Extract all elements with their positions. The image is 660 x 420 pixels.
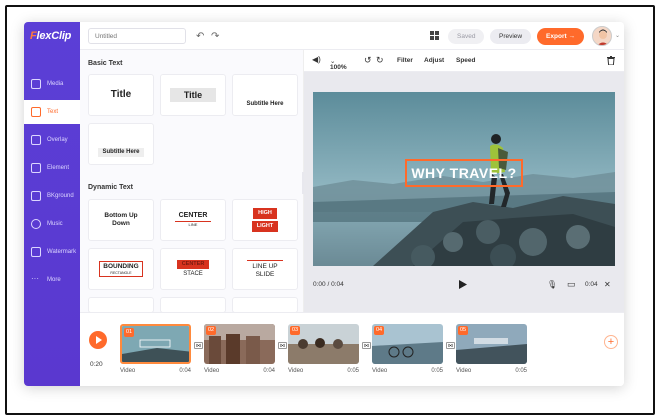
transition-icon[interactable]: ⋈ bbox=[194, 342, 203, 349]
more-icon: ··· bbox=[31, 274, 39, 283]
fullscreen-icon[interactable]: ✕ bbox=[604, 280, 611, 289]
sidebar-item-element[interactable]: Element bbox=[24, 156, 80, 180]
duration: 0:04 bbox=[585, 281, 598, 288]
adjust-button[interactable]: Adjust bbox=[424, 57, 444, 64]
avatar[interactable] bbox=[592, 26, 612, 46]
text-template-high-light[interactable]: HIGH LIGHT bbox=[232, 199, 298, 241]
transition-icon[interactable]: ⋈ bbox=[362, 342, 371, 349]
transition-icon[interactable]: ⋈ bbox=[446, 342, 455, 349]
timeline: 0:20 01 Video 0:04 ⋈ 02 Video 0:04 ⋈ 03 Vi… bbox=[80, 312, 624, 386]
timeline-clip[interactable]: 03 bbox=[288, 324, 359, 364]
aspect-ratio-icon[interactable]: ▭ bbox=[567, 279, 576, 290]
overlay-text-box[interactable]: WHY TRAVEL? bbox=[405, 159, 523, 187]
clip-meta: Video 0:05 bbox=[288, 368, 359, 374]
video-frame[interactable]: WHY TRAVEL? bbox=[313, 92, 615, 266]
chevron-down-icon[interactable]: ⌄ bbox=[615, 32, 620, 39]
text-template-line-up-slide[interactable]: LINE UP SLIDE bbox=[232, 248, 298, 290]
text-template-bottom-up[interactable]: Bottom Up Down bbox=[88, 199, 154, 241]
sidebar-item-media[interactable]: Media bbox=[24, 72, 80, 96]
text-template-subtitle-box[interactable]: Subtitle Here bbox=[88, 123, 154, 165]
clip-meta: Video 0:05 bbox=[372, 368, 443, 374]
filter-button[interactable]: Filter bbox=[397, 57, 413, 64]
text-template-title[interactable]: Title bbox=[88, 74, 154, 116]
timeline-clip[interactable]: 01 bbox=[120, 324, 191, 364]
element-icon bbox=[31, 163, 41, 173]
preview-canvas: WHY TRAVEL? 0:00 / 0:04 🎙 ▭ 0:04 ✕ bbox=[304, 72, 624, 312]
timeline-play-button[interactable] bbox=[89, 331, 107, 349]
text-icon bbox=[31, 107, 41, 117]
clip-meta: Video 0:04 bbox=[204, 368, 275, 374]
timeline-clip[interactable]: 02 bbox=[204, 324, 275, 364]
volume-icon[interactable]: ◀) bbox=[312, 55, 321, 64]
flexclip-logo: FlexClip bbox=[30, 30, 72, 42]
clip-meta: Video 0:05 bbox=[456, 368, 527, 374]
top-bar: ↶ ↷ Saved Preview Export → ⌄ bbox=[80, 22, 624, 50]
saved-status: Saved bbox=[448, 29, 485, 44]
sidebar-item-music[interactable]: Music bbox=[24, 212, 80, 236]
playback-controls: 0:00 / 0:04 🎙 ▭ 0:04 ✕ bbox=[304, 270, 624, 300]
current-time: 0:00 / 0:04 bbox=[313, 281, 344, 288]
sidebar-item-bkground[interactable]: BKground bbox=[24, 184, 80, 208]
dynamic-text-heading: Dynamic Text bbox=[88, 184, 133, 191]
rotate-left-icon[interactable]: ↺ bbox=[364, 55, 372, 66]
watermark-icon bbox=[31, 247, 41, 257]
project-title-input[interactable] bbox=[88, 28, 186, 44]
play-icon[interactable] bbox=[459, 280, 467, 289]
text-template-subtitle[interactable]: Subtitle Here bbox=[232, 74, 298, 116]
background-icon bbox=[31, 191, 41, 201]
text-template-partial[interactable] bbox=[232, 297, 298, 312]
sidebar-item-text[interactable]: Text bbox=[24, 100, 80, 124]
preview-button[interactable]: Preview bbox=[490, 29, 532, 44]
text-template-center-line[interactable]: CENTER LINE bbox=[160, 199, 226, 241]
sidebar-item-watermark[interactable]: Watermark bbox=[24, 240, 80, 264]
timeline-clip[interactable]: 05 bbox=[456, 324, 527, 364]
export-button[interactable]: Export → bbox=[537, 28, 584, 45]
flexclip-editor: FlexClip Media Text Overlay Element BKgr… bbox=[24, 22, 624, 386]
trash-icon[interactable] bbox=[607, 56, 615, 65]
sidebar-item-more[interactable]: ··· More bbox=[24, 268, 80, 292]
media-icon bbox=[31, 79, 41, 89]
sidebar: FlexClip Media Text Overlay Element BKgr… bbox=[24, 22, 80, 386]
sidebar-item-overlay[interactable]: Overlay bbox=[24, 128, 80, 152]
clip-meta: Video 0:04 bbox=[120, 368, 191, 374]
rotate-right-icon[interactable]: ↻ bbox=[376, 55, 384, 66]
text-template-partial[interactable] bbox=[160, 297, 226, 312]
timeline-clip[interactable]: 04 bbox=[372, 324, 443, 364]
music-icon bbox=[31, 219, 41, 229]
basic-text-heading: Basic Text bbox=[88, 60, 123, 67]
grid-icon[interactable] bbox=[430, 31, 439, 40]
play-icon bbox=[96, 336, 102, 344]
text-template-bounding-rectangle[interactable]: BOUNDING RECTANGLE bbox=[88, 248, 154, 290]
microphone-icon[interactable]: 🎙 bbox=[547, 280, 557, 289]
transition-icon[interactable]: ⋈ bbox=[278, 342, 287, 349]
overlay-icon bbox=[31, 135, 41, 145]
redo-icon[interactable]: ↷ bbox=[211, 31, 219, 42]
text-panel: Basic Text Title Title Subtitle Here Sub… bbox=[80, 50, 304, 312]
undo-icon[interactable]: ↶ bbox=[196, 31, 204, 42]
text-template-partial[interactable] bbox=[88, 297, 154, 312]
add-clip-button[interactable]: + bbox=[604, 335, 618, 349]
speed-button[interactable]: Speed bbox=[456, 57, 476, 64]
text-template-title-box[interactable]: Title bbox=[160, 74, 226, 116]
timeline-time: 0:20 bbox=[90, 361, 103, 368]
canvas-toolbar: ◀) 100% ⌄ ↺ ↻ Filter Adjust Speed bbox=[304, 50, 624, 72]
text-template-center-stage[interactable]: CENTER STACE bbox=[160, 248, 226, 290]
zoom-select[interactable]: 100% ⌄ bbox=[330, 57, 347, 71]
